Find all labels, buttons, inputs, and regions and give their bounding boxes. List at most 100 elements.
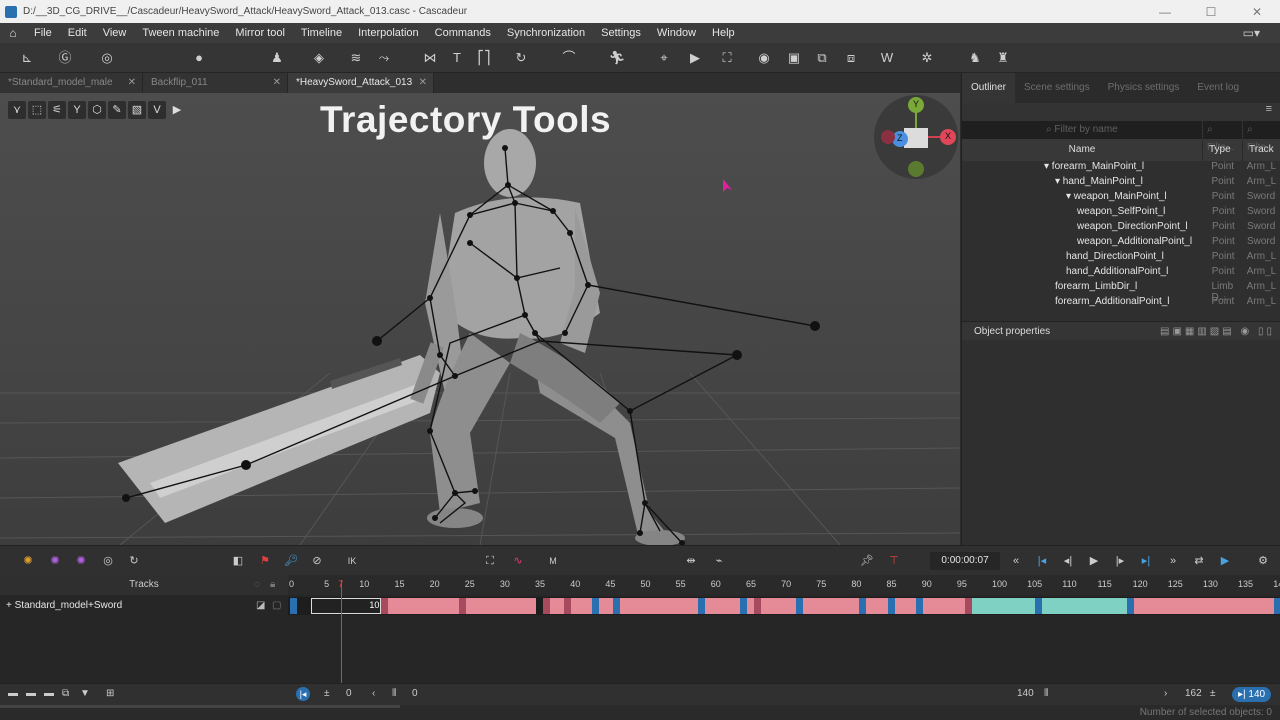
horizontal-scrollbar[interactable] — [0, 705, 400, 708]
purple-marker-icon[interactable]: ✺ — [47, 553, 63, 569]
keyframe-segment[interactable] — [704, 598, 740, 614]
total-frames-field[interactable]: 162 — [1185, 688, 1202, 699]
viewport-camera-icon[interactable]: ▶ — [168, 101, 186, 119]
tab-physics-settings[interactable]: Physics settings — [1099, 73, 1189, 103]
keyframe-segment[interactable] — [599, 598, 614, 614]
duplicate-track-icon[interactable]: ⧉ — [62, 688, 69, 699]
tab-backflip[interactable]: Backflip_011 ✕ — [143, 73, 288, 93]
rig-icon[interactable]: ♜ — [994, 49, 1012, 67]
filter-name-input[interactable]: ⌕ Filter by name — [962, 121, 1202, 139]
keyframe-segment[interactable] — [381, 598, 389, 614]
outliner-row[interactable]: weapon_AdditionalPoint_l Point Sword — [980, 236, 1280, 251]
square-icon[interactable]: ▣ — [785, 49, 803, 67]
add-folder-icon[interactable]: ▬ — [8, 688, 18, 699]
keyframe-segment[interactable] — [1133, 598, 1275, 614]
outliner-row[interactable]: hand_AdditionalPoint_l Point Arm_L — [980, 266, 1280, 281]
rewind-icon[interactable]: « — [1008, 553, 1024, 569]
eraser-icon[interactable]: ◈ — [310, 49, 328, 67]
pose-mirror-icon[interactable]: ♞ — [966, 49, 984, 67]
text-tool-icon[interactable]: T — [448, 49, 466, 67]
menu-settings[interactable]: Settings — [593, 27, 649, 39]
keyframe-segment[interactable] — [887, 598, 895, 614]
frame-ruler[interactable]: 0571015202530354045505560657075808590951… — [288, 575, 1280, 595]
menu-synchronization[interactable]: Synchronization — [499, 27, 593, 39]
camera-icon[interactable]: ▶ — [686, 49, 704, 67]
tab-scene-settings[interactable]: Scene settings — [1015, 73, 1099, 103]
menu-edit[interactable]: Edit — [60, 27, 95, 39]
joint-select-icon[interactable]: Y — [68, 101, 86, 119]
tab-outliner[interactable]: Outliner — [962, 73, 1016, 103]
outliner-row[interactable]: forearm_LimbDir_l Limb D... Arm_L — [980, 281, 1280, 303]
range-next-icon[interactable]: › — [1164, 688, 1167, 699]
track-name[interactable]: + Standard_model+Sword ◪ ▢ — [0, 598, 288, 614]
keyframe-segment[interactable] — [1042, 598, 1127, 614]
keyframe-segment[interactable] — [592, 598, 600, 614]
keyframe-segment[interactable] — [571, 598, 593, 614]
weapon-select-icon[interactable]: V — [148, 101, 166, 119]
sun-icon[interactable]: ✺ — [20, 553, 36, 569]
flag-icon[interactable]: ⚑ — [257, 553, 273, 569]
keyframe-segment[interactable] — [922, 598, 965, 614]
tangent-icon[interactable]: ⋈ — [421, 49, 439, 67]
track-lock-icon[interactable]: ▢ — [272, 598, 281, 614]
end-frame-badge[interactable]: ▸| 140 — [1232, 687, 1272, 702]
menu-tween-machine[interactable]: Tween machine — [134, 27, 227, 39]
range-end-field[interactable]: 140 — [1017, 688, 1034, 699]
close-tab-icon[interactable]: ✕ — [273, 73, 281, 93]
save-track-icon[interactable]: ▼ — [80, 688, 90, 699]
m-button[interactable]: M — [545, 553, 561, 569]
total-stepper-icon[interactable]: ± — [1210, 688, 1216, 699]
3d-viewport[interactable]: ⋎ ⬚ ⚟ Y ⬡ ✎ ▧ V ▶ Trajectory Tools Y X Z — [0, 93, 960, 545]
add-track-icon[interactable]: ▬ — [26, 688, 36, 699]
character-icon[interactable]: ♟ — [268, 49, 286, 67]
keyframe-segment[interactable] — [458, 598, 466, 614]
run-icon[interactable]: 🏃︎ — [608, 49, 626, 67]
rect-select-icon[interactable]: ⬚ — [28, 101, 46, 119]
menu-interpolation[interactable]: Interpolation — [350, 27, 427, 39]
spiral-icon[interactable]: ◉ — [755, 49, 773, 67]
keyframe-segment[interactable] — [746, 598, 754, 614]
tab-heavysword-attack[interactable]: *HeavySword_Attack_013 ✕ — [288, 73, 434, 93]
next-key-icon[interactable]: ▸| — [1138, 553, 1154, 569]
cycle-icon[interactable]: ◎ — [100, 553, 116, 569]
keyframe-segment[interactable] — [543, 598, 551, 614]
visibility-icon[interactable]: ◌ — [254, 575, 260, 595]
orientation-gizmo[interactable]: Y X Z — [874, 95, 958, 179]
maximize-button[interactable]: ☐ — [1188, 0, 1234, 23]
minimize-button[interactable]: — — [1142, 0, 1188, 23]
axis-tool-icon[interactable]: ⊾ — [18, 49, 36, 67]
keyframe-segment[interactable] — [866, 598, 888, 614]
menu-window[interactable]: Window — [649, 27, 704, 39]
play-selection-icon[interactable]: ▶ — [1217, 553, 1233, 569]
outliner-row[interactable]: ▾ hand_MainPoint_l Point Arm_L — [980, 176, 1280, 191]
interpolation-icon[interactable]: ≋ — [347, 49, 365, 67]
mesh-select-icon[interactable]: ⬡ — [88, 101, 106, 119]
range-prev-icon[interactable]: ‹ — [372, 688, 375, 699]
expand-icon[interactable]: ⊞ — [106, 688, 114, 699]
graph-icon[interactable]: ⌁ — [711, 553, 727, 569]
outliner-row[interactable]: weapon_DirectionPoint_l Point Sword — [980, 221, 1280, 236]
global-local-icon[interactable]: Ⓖ — [56, 49, 74, 67]
keyframe-segment[interactable] — [697, 598, 705, 614]
key-icon[interactable]: 🔑︎ — [283, 553, 299, 569]
track-select-icon[interactable]: ◪ — [256, 598, 265, 614]
start-frame-field[interactable]: 0 — [346, 688, 352, 699]
brush-select-icon[interactable]: ✎ — [108, 101, 126, 119]
fast-forward-icon[interactable]: » — [1165, 553, 1181, 569]
keyframe-track[interactable]: 10 — [288, 597, 1280, 615]
keyframe-segment[interactable] — [753, 598, 761, 614]
keyframe-segment[interactable] — [915, 598, 923, 614]
play-icon[interactable]: ▶ — [1086, 553, 1102, 569]
tween-icon[interactable]: ⇹ — [683, 553, 699, 569]
next-frame-icon[interactable]: |▸ — [1112, 553, 1128, 569]
close-tab-icon[interactable]: ✕ — [128, 73, 136, 93]
refresh-icon[interactable]: ↻ — [126, 553, 142, 569]
pin-icon[interactable]: 📌︎ — [859, 553, 875, 569]
loop-playback-icon[interactable]: ⇄ — [1191, 553, 1207, 569]
outliner-row[interactable]: ▾ forearm_MainPoint_l Point Arm_L — [980, 161, 1280, 176]
filter-track-input[interactable]: ⌕ Filte... — [1242, 121, 1280, 153]
range-start-field[interactable]: 0 — [412, 688, 418, 699]
column-type[interactable]: Type — [1202, 139, 1242, 161]
tab-event-log[interactable]: Event log — [1188, 73, 1248, 103]
disable-icon[interactable]: ⊘ — [309, 553, 325, 569]
